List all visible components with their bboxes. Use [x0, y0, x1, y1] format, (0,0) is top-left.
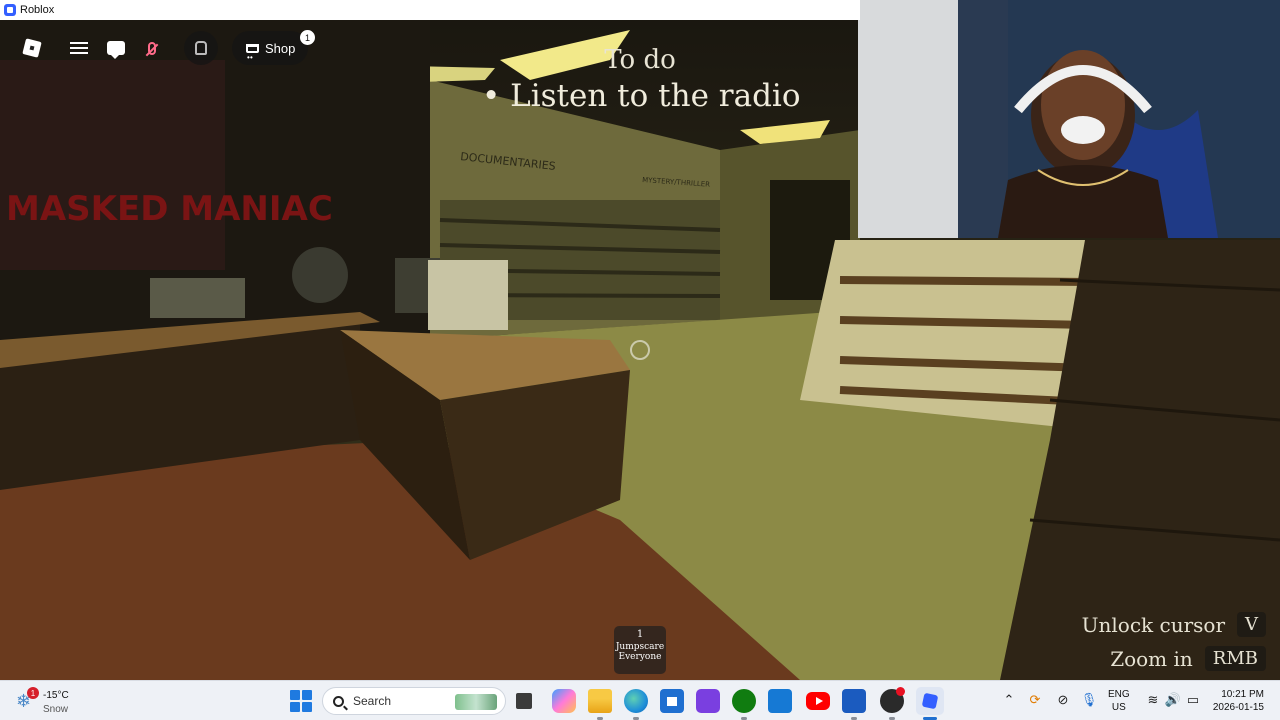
mic-button[interactable]: [134, 33, 170, 63]
shop-label: Shop: [265, 40, 296, 56]
copilot-icon[interactable]: [552, 689, 576, 713]
weather-widget[interactable]: ❄ 1 -15°C Snow: [14, 685, 94, 717]
shop-button[interactable]: Shop: [232, 31, 308, 65]
hotbar-slot[interactable]: 1 Jumpscare Everyone: [614, 626, 666, 674]
mic-muted-icon: [148, 41, 156, 55]
search-highlight-art: [455, 694, 497, 710]
poster-text: MASKED MANIAC: [6, 189, 333, 229]
shop-notification-badge: 1: [300, 30, 315, 45]
hint-label: Zoom in: [1110, 646, 1193, 671]
sync-icon[interactable]: ⟳: [1026, 691, 1044, 709]
cash-register: [150, 278, 245, 318]
weather-badge: 1: [27, 687, 39, 699]
file-explorer-icon[interactable]: [588, 689, 612, 713]
word-icon[interactable]: [842, 689, 866, 713]
slot-label: Jumpscare Everyone: [615, 642, 665, 662]
hint-unlock-cursor: Unlock cursor V: [1082, 612, 1266, 637]
weather-temp: -15°C: [43, 690, 69, 701]
hint-label: Unlock cursor: [1081, 612, 1225, 637]
backpack-button[interactable]: [184, 31, 218, 65]
computer-tower: [428, 260, 508, 330]
hint-zoom-in: Zoom in RMB: [1110, 646, 1266, 671]
location-off-icon[interactable]: ⊘: [1054, 691, 1072, 709]
battery-icon[interactable]: ▭: [1184, 691, 1202, 709]
outlook-icon[interactable]: [768, 689, 792, 713]
movie-poster: [0, 60, 225, 270]
search-placeholder: Search: [353, 694, 392, 708]
backpack-icon: [195, 41, 207, 55]
system-clock[interactable]: 10:21 PM 2026-01-15: [1213, 688, 1264, 714]
search-icon: [333, 695, 344, 707]
crosshair-icon: [630, 340, 650, 360]
edge-icon[interactable]: [624, 689, 648, 713]
desk-fan: [292, 247, 348, 303]
start-button[interactable]: [290, 690, 312, 712]
volume-icon[interactable]: 🔊: [1164, 691, 1182, 709]
hint-key: RMB: [1204, 646, 1266, 671]
objective-item: • Listen to the radio: [482, 78, 801, 114]
chat-icon: [107, 41, 125, 59]
language-indicator[interactable]: ENG US: [1108, 688, 1130, 714]
chevron-up-icon[interactable]: ⌃: [1000, 691, 1018, 709]
webcam-overlay: [858, 0, 1280, 238]
roblox-icon[interactable]: [916, 687, 944, 715]
ms-store-icon[interactable]: [660, 689, 684, 713]
roblox-app-icon: [4, 4, 16, 16]
clock-date: 2026-01-15: [1212, 702, 1264, 713]
slot-number: 1: [636, 629, 644, 640]
lang-line1: ENG: [1108, 689, 1130, 700]
xbox-icon[interactable]: [732, 689, 756, 713]
chat-button[interactable]: [98, 33, 134, 63]
hamburger-menu-icon[interactable]: [61, 33, 97, 63]
proton-icon[interactable]: [696, 689, 720, 713]
objective-title: To do: [604, 45, 676, 75]
lang-line2: US: [1111, 702, 1126, 713]
window-title-bar: Roblox: [0, 0, 860, 20]
cart-icon: [246, 43, 259, 62]
webcam-image: [858, 0, 1280, 238]
clock-time: 10:21 PM: [1221, 689, 1264, 700]
recording-dot-icon: [896, 687, 905, 696]
weather-condition: Snow: [43, 704, 69, 715]
microphone-icon[interactable]: 🎙: [1080, 691, 1098, 709]
task-view-icon[interactable]: [516, 693, 532, 709]
wifi-icon[interactable]: ≋: [1144, 691, 1162, 709]
window-title: Roblox: [20, 4, 55, 16]
taskbar-search[interactable]: Search: [322, 687, 506, 715]
hint-key: V: [1237, 612, 1266, 637]
youtube-icon[interactable]: [806, 692, 830, 710]
windows-taskbar: ❄ 1 -15°C Snow Search ⌃ ⟳ ⊘ 🎙 ENG US ≋ 🔊…: [0, 680, 1280, 720]
